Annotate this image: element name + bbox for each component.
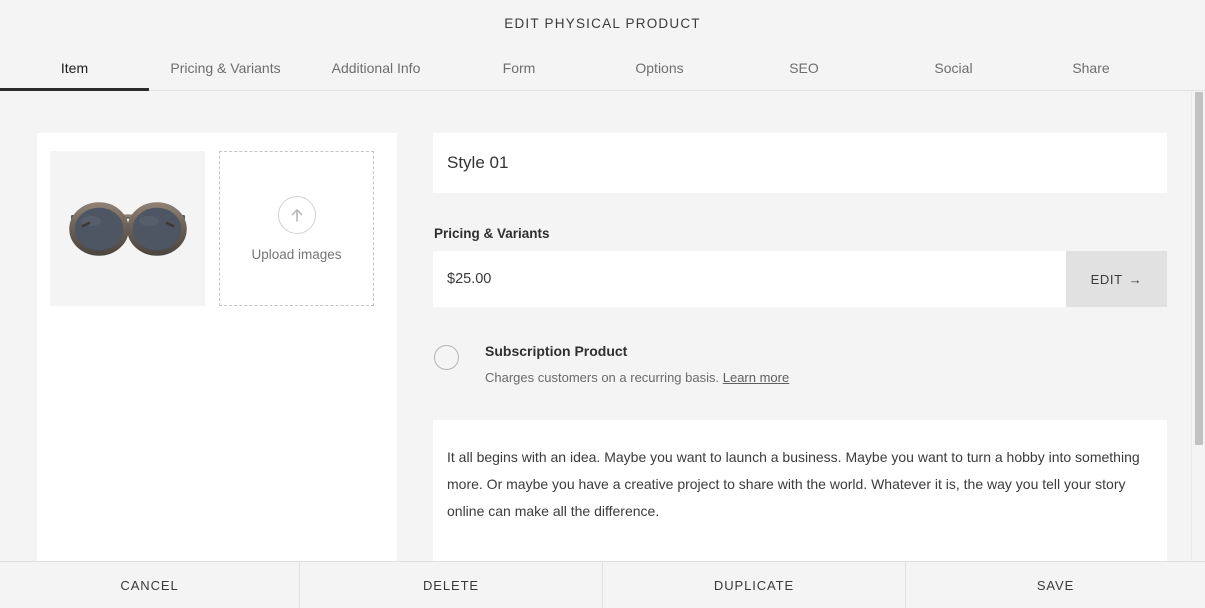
tab-label: Pricing & Variants bbox=[170, 60, 280, 76]
save-button-label: SAVE bbox=[1037, 578, 1074, 593]
form-panel: Style 01 Pricing & Variants $25.00 EDIT … bbox=[433, 133, 1167, 561]
upload-images-label: Upload images bbox=[251, 247, 341, 262]
learn-more-link[interactable]: Learn more bbox=[723, 370, 789, 385]
edit-button-label: EDIT bbox=[1091, 272, 1123, 287]
subscription-product-row: Subscription Product Charges customers o… bbox=[433, 343, 1167, 385]
modal-body: Upload images Style 01 Pricing & Variant… bbox=[0, 92, 1205, 561]
vertical-scrollbar-track[interactable] bbox=[1191, 92, 1205, 561]
media-panel: Upload images bbox=[37, 133, 397, 561]
upload-arrow-circle-icon bbox=[278, 196, 316, 234]
tab-options[interactable]: Options bbox=[588, 46, 731, 90]
product-image-thumbnail[interactable] bbox=[50, 151, 205, 306]
subscription-description-text: Charges customers on a recurring basis. bbox=[485, 370, 719, 385]
tab-label: Share bbox=[1072, 60, 1109, 76]
tab-label: Options bbox=[635, 60, 683, 76]
subscription-description: Charges customers on a recurring basis. … bbox=[485, 370, 789, 385]
tab-label: SEO bbox=[789, 60, 819, 76]
cancel-button-label: CANCEL bbox=[120, 578, 178, 593]
tab-form[interactable]: Form bbox=[450, 46, 588, 90]
tab-label: Additional Info bbox=[332, 60, 421, 76]
subscription-product-label: Subscription Product bbox=[485, 343, 789, 359]
modal-footer: CANCEL DELETE DUPLICATE SAVE bbox=[0, 561, 1205, 608]
price-row: $25.00 EDIT → bbox=[433, 251, 1167, 307]
pricing-section-label: Pricing & Variants bbox=[434, 226, 1167, 241]
delete-button-label: DELETE bbox=[423, 578, 479, 593]
vertical-scrollbar-thumb[interactable] bbox=[1195, 92, 1203, 445]
arrow-up-icon bbox=[288, 206, 306, 224]
media-grid: Upload images bbox=[37, 133, 397, 324]
modal-header: EDIT PHYSICAL PRODUCT bbox=[0, 0, 1205, 46]
subscription-product-toggle[interactable] bbox=[434, 345, 459, 370]
tab-label: Social bbox=[934, 60, 972, 76]
save-button[interactable]: SAVE bbox=[906, 562, 1205, 608]
tab-share[interactable]: Share bbox=[1030, 46, 1152, 90]
duplicate-button-label: DUPLICATE bbox=[714, 578, 794, 593]
tab-additional-info[interactable]: Additional Info bbox=[302, 46, 450, 90]
page-title: EDIT PHYSICAL PRODUCT bbox=[504, 16, 701, 31]
tab-bar: Item Pricing & Variants Additional Info … bbox=[0, 46, 1205, 91]
tab-item[interactable]: Item bbox=[0, 46, 149, 90]
tab-social[interactable]: Social bbox=[877, 46, 1030, 90]
arrow-right-icon: → bbox=[1129, 272, 1143, 287]
subscription-text-group: Subscription Product Charges customers o… bbox=[485, 343, 789, 385]
product-title-value: Style 01 bbox=[447, 153, 508, 173]
tab-pricing-variants[interactable]: Pricing & Variants bbox=[149, 46, 302, 90]
delete-button[interactable]: DELETE bbox=[300, 562, 603, 608]
price-input[interactable]: $25.00 bbox=[433, 251, 1066, 307]
tab-label: Form bbox=[503, 60, 536, 76]
tab-label: Item bbox=[61, 60, 88, 76]
product-title-field[interactable]: Style 01 bbox=[433, 133, 1167, 193]
upload-images-dropzone[interactable]: Upload images bbox=[219, 151, 374, 306]
product-description-field[interactable]: It all begins with an idea. Maybe you wa… bbox=[433, 420, 1167, 561]
product-description-text: It all begins with an idea. Maybe you wa… bbox=[447, 444, 1153, 525]
tab-seo[interactable]: SEO bbox=[731, 46, 877, 90]
edit-pricing-button[interactable]: EDIT → bbox=[1066, 251, 1167, 307]
price-value: $25.00 bbox=[447, 271, 491, 287]
cancel-button[interactable]: CANCEL bbox=[0, 562, 300, 608]
duplicate-button[interactable]: DUPLICATE bbox=[603, 562, 906, 608]
sunglasses-icon bbox=[65, 199, 191, 259]
